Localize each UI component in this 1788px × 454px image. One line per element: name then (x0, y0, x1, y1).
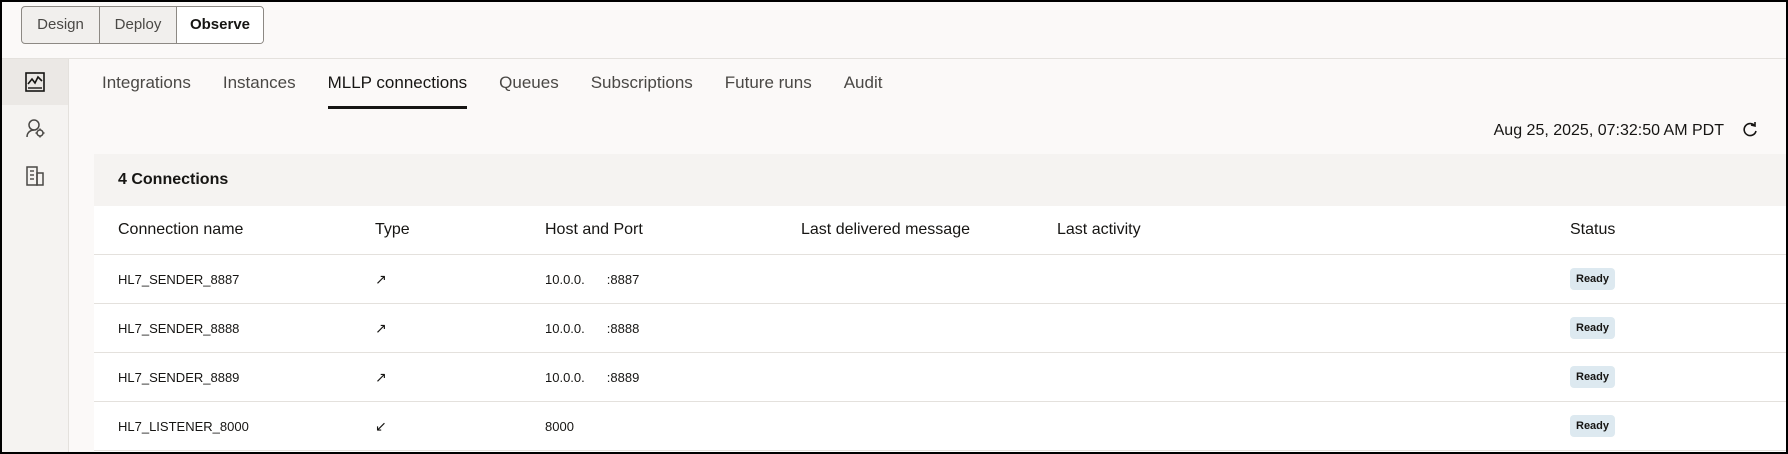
mode-deploy-button[interactable]: Deploy (100, 7, 177, 43)
table-header-row: Connection name Type Host and Port Last … (94, 206, 1786, 255)
connections-table: Connection name Type Host and Port Last … (94, 206, 1786, 451)
rail-item-building[interactable] (2, 153, 68, 199)
monitoring-icon (25, 72, 45, 92)
table-row[interactable]: HL7_SENDER_8887 ↗ 10.0.0.:8887 Ready (94, 254, 1786, 304)
status-cell: Ready (1546, 303, 1786, 353)
last-delivered-message (777, 254, 1033, 304)
status-badge: Ready (1570, 268, 1616, 290)
connection-name[interactable]: HL7_LISTENER_8000 (94, 401, 351, 451)
column-header-last-delivered[interactable]: Last delivered message (777, 206, 1033, 255)
refresh-button[interactable] (1740, 120, 1760, 140)
type-inbound-icon: ↙ (351, 401, 521, 451)
tab-integrations[interactable]: Integrations (102, 59, 191, 107)
host-port: 10.0.0.:8889 (521, 352, 777, 402)
app-window: Design Deploy Observe Integrations Insta… (0, 0, 1788, 454)
host-port: 10.0.0.:8888 (521, 303, 777, 353)
agent-icon (26, 119, 45, 138)
column-header-host-port[interactable]: Host and Port (521, 206, 777, 255)
left-rail (2, 59, 69, 452)
type-outbound-icon: ↗ (351, 254, 521, 304)
last-delivered-message (777, 303, 1033, 353)
tab-future-runs[interactable]: Future runs (725, 59, 812, 107)
last-activity (1033, 352, 1546, 402)
tab-mllp-connections[interactable]: MLLP connections (327, 59, 467, 109)
host-port: 8000 (521, 401, 777, 451)
type-outbound-icon: ↗ (351, 303, 521, 353)
last-activity (1033, 254, 1546, 304)
connection-name[interactable]: HL7_SENDER_8887 (94, 254, 351, 304)
status-cell: Ready (1546, 254, 1786, 304)
column-header-status[interactable]: Status (1546, 206, 1786, 255)
tab-audit[interactable]: Audit (844, 59, 883, 107)
column-header-last-activity[interactable]: Last activity (1033, 206, 1546, 255)
observe-tabs: Integrations Instances MLLP connections … (102, 59, 914, 109)
table-row[interactable]: HL7_LISTENER_8000 ↙ 8000 Ready (94, 401, 1786, 451)
table-row[interactable]: HL7_SENDER_8889 ↗ 10.0.0.:8889 Ready (94, 352, 1786, 402)
rail-item-agent[interactable] (2, 105, 68, 151)
mode-observe-button[interactable]: Observe (177, 7, 263, 43)
last-activity (1033, 303, 1546, 353)
last-delivered-message (777, 401, 1033, 451)
type-outbound-icon: ↗ (351, 352, 521, 402)
top-bar: Design Deploy Observe (2, 2, 1786, 59)
last-delivered-message (777, 352, 1033, 402)
column-header-type[interactable]: Type (351, 206, 521, 255)
status-badge: Ready (1570, 415, 1616, 437)
connections-count-heading: 4 Connections (94, 154, 1786, 206)
status-badge: Ready (1570, 317, 1616, 339)
rail-item-monitoring[interactable] (2, 59, 68, 105)
table-row[interactable]: HL7_SENDER_8888 ↗ 10.0.0.:8888 Ready (94, 303, 1786, 353)
tab-instances[interactable]: Instances (223, 59, 296, 107)
refresh-icon (1743, 122, 1757, 137)
last-activity (1033, 401, 1546, 451)
connection-name[interactable]: HL7_SENDER_8888 (94, 303, 351, 353)
last-refreshed-timestamp: Aug 25, 2025, 07:32:50 AM PDT (1493, 122, 1724, 139)
tab-queues[interactable]: Queues (499, 59, 559, 107)
column-header-connection-name[interactable]: Connection name (94, 206, 351, 255)
building-icon (26, 166, 44, 186)
status-cell: Ready (1546, 401, 1786, 451)
mode-switcher: Design Deploy Observe (21, 6, 264, 44)
mode-design-button[interactable]: Design (22, 7, 100, 43)
host-port: 10.0.0.:8887 (521, 254, 777, 304)
tab-subscriptions[interactable]: Subscriptions (591, 59, 693, 107)
status-cell: Ready (1546, 352, 1786, 402)
connection-name[interactable]: HL7_SENDER_8889 (94, 352, 351, 402)
connections-panel: 4 Connections Connection name Type Host … (94, 154, 1786, 452)
status-badge: Ready (1570, 366, 1616, 388)
